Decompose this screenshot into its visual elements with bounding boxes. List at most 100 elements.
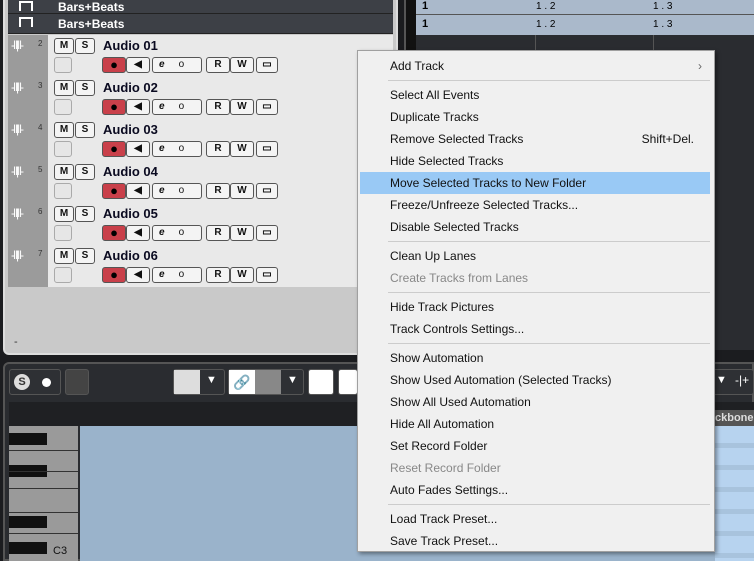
edit-button[interactable]: eo: [152, 99, 202, 115]
solo-button[interactable]: S: [75, 248, 95, 264]
lanes-button[interactable]: ▭: [256, 141, 278, 157]
record-enable-button[interactable]: ●: [102, 183, 126, 199]
monitor-button[interactable]: ◀: [126, 267, 150, 283]
menu-item-clean-up-lanes[interactable]: Clean Up Lanes: [360, 245, 710, 267]
menu-item-load-track-preset[interactable]: Load Track Preset...: [360, 508, 710, 530]
menu-item-add-track[interactable]: Add Track ›: [360, 55, 710, 77]
ruler-track-1[interactable]: Bars+Beats: [8, 0, 393, 14]
menu-item-disable-selected-tracks[interactable]: Disable Selected Tracks: [360, 216, 710, 238]
menu-item-reset-record-folder[interactable]: Reset Record Folder: [360, 457, 710, 479]
record-enable-button[interactable]: ●: [102, 225, 126, 241]
mute-button[interactable]: M: [54, 122, 74, 138]
edit-button[interactable]: eo: [152, 183, 202, 199]
mute-button[interactable]: M: [54, 206, 74, 222]
write-automation-button[interactable]: W: [230, 225, 254, 241]
read-automation-button[interactable]: R: [206, 267, 230, 283]
track-name[interactable]: Audio 05: [103, 206, 158, 221]
solo-button[interactable]: S: [75, 122, 95, 138]
track-color-box[interactable]: [54, 225, 72, 241]
monitor-button[interactable]: ◀: [126, 141, 150, 157]
write-automation-button[interactable]: W: [230, 57, 254, 73]
solo-icon[interactable]: S: [14, 374, 30, 390]
read-automation-button[interactable]: R: [206, 225, 230, 241]
track-color-box[interactable]: [54, 141, 72, 157]
track-name[interactable]: Audio 06: [103, 248, 158, 263]
menu-item-show-all-used-automation[interactable]: Show All Used Automation: [360, 391, 710, 413]
track-row[interactable]: -‖|‖- 3 M S Audio 02 ● ◀ eo R W ▭: [8, 77, 393, 119]
lanes-button[interactable]: ▭: [256, 183, 278, 199]
menu-item-auto-fades-settings[interactable]: Auto Fades Settings...: [360, 479, 710, 501]
lanes-button[interactable]: ▭: [256, 99, 278, 115]
pointer-tool-icon[interactable]: [338, 369, 358, 395]
menu-item-hide-track-pictures[interactable]: Hide Track Pictures: [360, 296, 710, 318]
monitor-button[interactable]: ◀: [126, 99, 150, 115]
link-icon[interactable]: 🔗: [229, 370, 255, 394]
track-color-box[interactable]: [54, 57, 72, 73]
read-automation-button[interactable]: R: [206, 57, 230, 73]
zoom-controls[interactable]: ▼ -|+: [712, 369, 754, 395]
lanes-button[interactable]: ▭: [256, 267, 278, 283]
snap-icon[interactable]: [255, 370, 281, 394]
mute-button[interactable]: M: [54, 164, 74, 180]
audio-icon[interactable]: [308, 369, 334, 395]
acoustic-feedback-button[interactable]: ▼: [173, 369, 225, 395]
menu-item-hide-selected-tracks[interactable]: Hide Selected Tracks: [360, 150, 710, 172]
track-name[interactable]: Audio 04: [103, 164, 158, 179]
read-automation-button[interactable]: R: [206, 99, 230, 115]
write-automation-button[interactable]: W: [230, 183, 254, 199]
read-automation-button[interactable]: R: [206, 183, 230, 199]
menu-item-select-all-events[interactable]: Select All Events: [360, 84, 710, 106]
menu-item-create-tracks-from-lanes[interactable]: Create Tracks from Lanes: [360, 267, 710, 289]
track-row[interactable]: -‖|‖- 7 M S Audio 06 ● ◀ eo R W ▭: [8, 245, 393, 287]
black-key[interactable]: [9, 433, 47, 445]
read-automation-button[interactable]: R: [206, 141, 230, 157]
write-automation-button[interactable]: W: [230, 141, 254, 157]
menu-item-set-record-folder[interactable]: Set Record Folder: [360, 435, 710, 457]
menu-item-show-used-automation-selected-tracks[interactable]: Show Used Automation (Selected Tracks): [360, 369, 710, 391]
track-row[interactable]: -‖|‖- 2 M S Audio 01 ● ◀ eo R W ▭: [8, 35, 393, 77]
record-enable-button[interactable]: ●: [102, 267, 126, 283]
edit-button[interactable]: eo: [152, 57, 202, 73]
monitor-button[interactable]: [65, 369, 89, 395]
solo-button[interactable]: S: [75, 38, 95, 54]
track-row[interactable]: -‖|‖- 5 M S Audio 04 ● ◀ eo R W ▭: [8, 161, 393, 203]
solo-button[interactable]: S: [75, 206, 95, 222]
timeline-ruler[interactable]: 1 1 . 2 1 . 3 1 1 . 2 1 . 3: [416, 0, 754, 35]
menu-item-hide-all-automation[interactable]: Hide All Automation: [360, 413, 710, 435]
piano-keyboard[interactable]: [9, 426, 78, 561]
edit-button[interactable]: eo: [152, 225, 202, 241]
monitor-button[interactable]: ◀: [126, 225, 150, 241]
write-automation-button[interactable]: W: [230, 99, 254, 115]
mute-button[interactable]: M: [54, 38, 74, 54]
menu-item-track-controls-settings[interactable]: Track Controls Settings...: [360, 318, 710, 340]
record-enable-button[interactable]: ●: [102, 57, 126, 73]
track-name[interactable]: Audio 01: [103, 38, 158, 53]
track-name[interactable]: Audio 02: [103, 80, 158, 95]
mute-button[interactable]: M: [54, 248, 74, 264]
monitor-button[interactable]: ◀: [126, 57, 150, 73]
track-color-box[interactable]: [54, 183, 72, 199]
track-name[interactable]: Audio 03: [103, 122, 158, 137]
menu-item-move-selected-tracks-to-new-folder[interactable]: Move Selected Tracks to New Folder: [360, 172, 710, 194]
mute-button[interactable]: M: [54, 80, 74, 96]
solo-button[interactable]: S: [75, 164, 95, 180]
menu-item-remove-selected-tracks[interactable]: Remove Selected Tracks Shift+Del.: [360, 128, 710, 150]
black-key[interactable]: [9, 542, 47, 554]
black-key[interactable]: [9, 516, 47, 528]
track-row[interactable]: -‖|‖- 4 M S Audio 03 ● ◀ eo R W ▭: [8, 119, 393, 161]
menu-item-freeze-unfreeze-selected-tracks[interactable]: Freeze/Unfreeze Selected Tracks...: [360, 194, 710, 216]
write-automation-button[interactable]: W: [230, 267, 254, 283]
menu-item-show-automation[interactable]: Show Automation: [360, 347, 710, 369]
lanes-button[interactable]: ▭: [256, 225, 278, 241]
edit-button[interactable]: eo: [152, 141, 202, 157]
solo-record-group[interactable]: S: [9, 369, 61, 395]
edit-button[interactable]: eo: [152, 267, 202, 283]
solo-button[interactable]: S: [75, 80, 95, 96]
link-snap-group[interactable]: 🔗 ▼: [228, 369, 304, 395]
ruler-track-2[interactable]: Bars+Beats: [8, 14, 393, 34]
lanes-button[interactable]: ▭: [256, 57, 278, 73]
record-enable-button[interactable]: ●: [102, 141, 126, 157]
track-color-box[interactable]: [54, 267, 72, 283]
menu-item-duplicate-tracks[interactable]: Duplicate Tracks: [360, 106, 710, 128]
menu-item-save-track-preset[interactable]: Save Track Preset...: [360, 530, 710, 552]
